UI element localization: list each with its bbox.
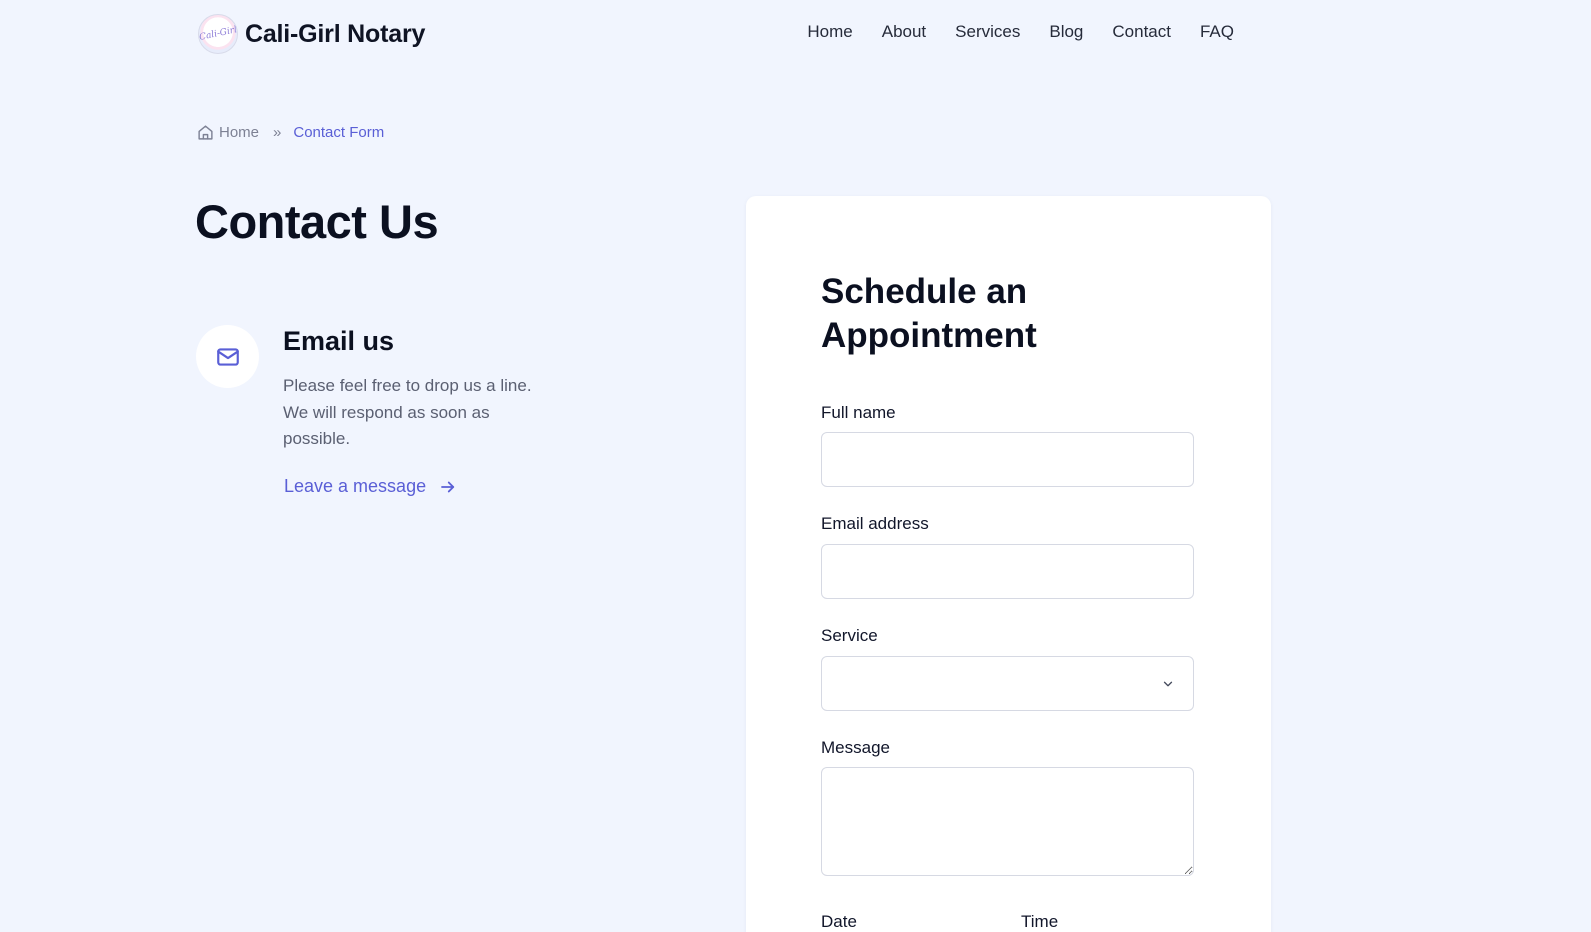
service-select[interactable] xyxy=(821,656,1194,711)
breadcrumb-separator: » xyxy=(273,124,281,141)
nav-services[interactable]: Services xyxy=(955,22,1020,42)
message-textarea[interactable] xyxy=(821,767,1194,876)
nav-contact[interactable]: Contact xyxy=(1112,22,1171,42)
nav-faq[interactable]: FAQ xyxy=(1200,22,1234,42)
date-label: Date xyxy=(821,912,857,931)
full-name-input[interactable] xyxy=(821,432,1194,487)
home-icon xyxy=(198,125,213,140)
main-nav: Home About Services Blog Contact FAQ xyxy=(807,22,1234,42)
email-description: Please feel free to drop us a line. We w… xyxy=(283,376,532,448)
form-title: Schedule an Appointment xyxy=(821,272,1037,355)
full-name-label: Full name xyxy=(821,403,896,422)
breadcrumb-current: Contact Form xyxy=(293,124,385,141)
brand-name: Cali-Girl Notary xyxy=(245,19,426,48)
nav-about[interactable]: About xyxy=(882,22,926,42)
logo-badge-text: Cali-Girl xyxy=(198,25,238,43)
appointment-form-card: Schedule an Appointment Full name Email … xyxy=(746,196,1271,932)
time-label: Time xyxy=(1021,912,1059,931)
chevron-down-icon xyxy=(1163,681,1173,687)
page-title: Contact Us xyxy=(195,195,439,248)
email-input[interactable] xyxy=(821,544,1194,599)
email-label: Email address xyxy=(821,514,929,533)
logo[interactable]: Cali-Girl Cali-Girl Notary xyxy=(198,14,425,54)
email-heading: Email us xyxy=(283,326,395,356)
page: Cali-Girl Cali-Girl Notary Home About Se… xyxy=(0,0,1591,932)
nav-home[interactable]: Home xyxy=(807,22,852,42)
leave-message-label: Leave a message xyxy=(284,476,427,496)
service-label: Service xyxy=(821,626,878,645)
nav-blog[interactable]: Blog xyxy=(1049,22,1083,42)
arrow-right-icon xyxy=(441,481,455,492)
leave-message-link[interactable]: Leave a message xyxy=(284,476,457,497)
message-label: Message xyxy=(821,738,890,757)
logo-badge-icon: Cali-Girl xyxy=(198,14,238,54)
breadcrumb: Home » Contact Form xyxy=(197,124,384,141)
email-icon-badge xyxy=(196,325,259,388)
breadcrumb-home-link[interactable]: Home xyxy=(219,124,259,141)
mail-icon xyxy=(216,347,239,366)
